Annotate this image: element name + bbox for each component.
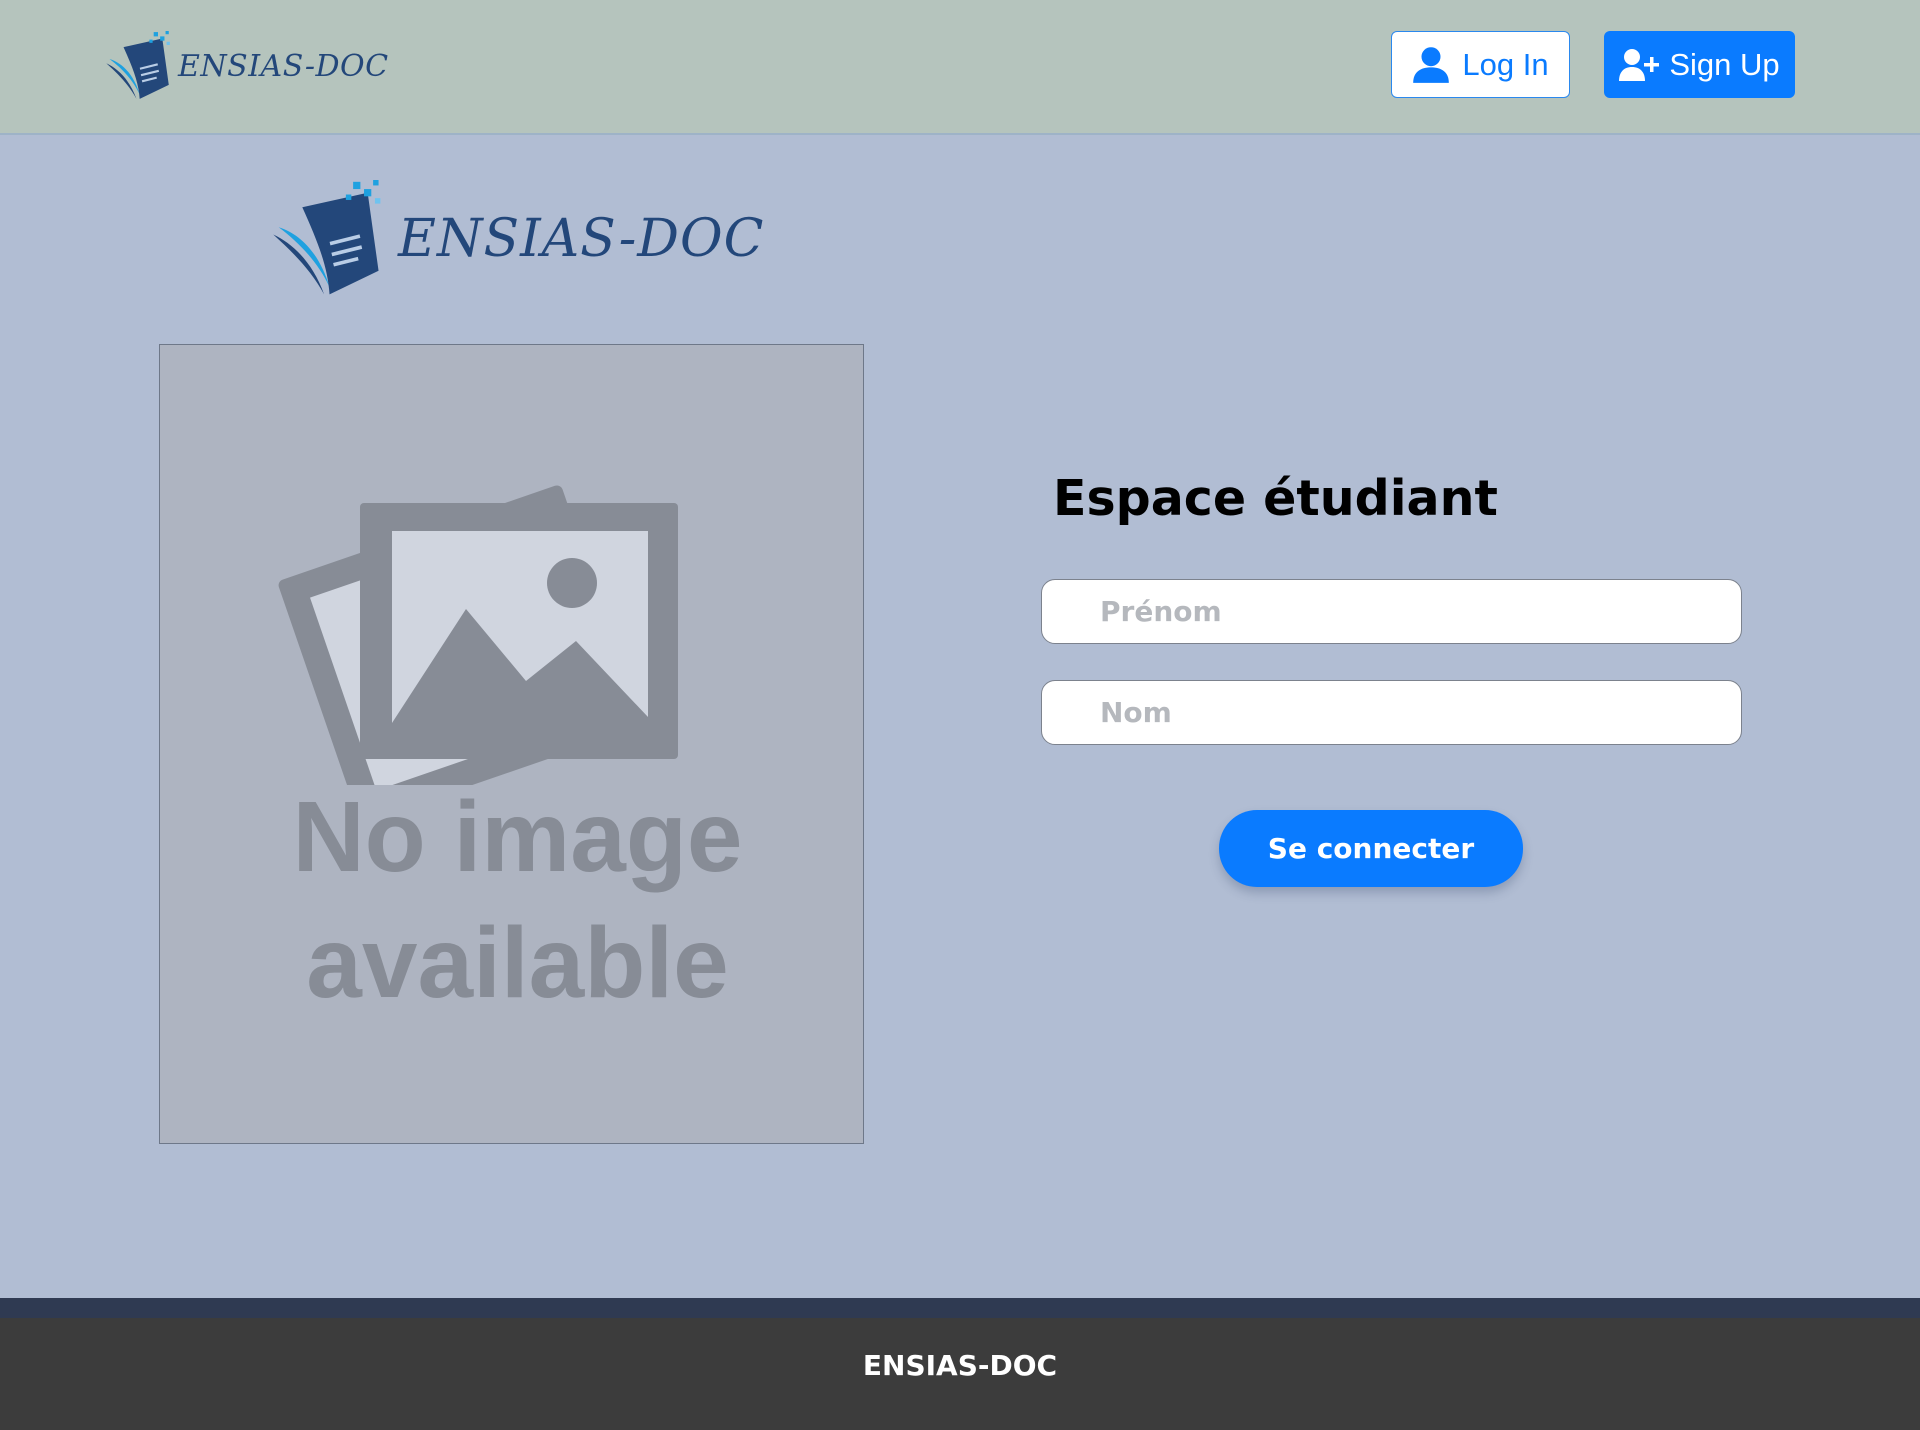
main-brand-name: ENSIAS-DOC — [398, 209, 765, 269]
first-name-input[interactable] — [1041, 579, 1742, 644]
footer-top-border — [0, 1298, 1920, 1318]
document-logo-icon — [273, 180, 381, 295]
main-brand: ENSIAS-DOC — [266, 172, 764, 306]
footer: ENSIAS-DOC — [0, 1318, 1920, 1430]
form-title: Espace étudiant — [1053, 470, 1498, 527]
login-submit-button[interactable]: Se connecter — [1219, 810, 1523, 887]
student-photo-placeholder: No image available — [159, 344, 864, 1144]
footer-brand: ENSIAS-DOC — [862, 1348, 1058, 1382]
user-icon — [1413, 46, 1450, 83]
login-label: Log In — [1462, 46, 1549, 82]
no-image-text-line2: available — [306, 907, 729, 1019]
image-placeholder-icon — [278, 485, 678, 785]
brand-name: ENSIAS-DOC — [178, 48, 389, 84]
login-button[interactable]: Log In — [1391, 31, 1570, 98]
last-name-input[interactable] — [1041, 680, 1742, 745]
top-navbar: ENSIAS-DOC Log In Sign Up — [0, 0, 1920, 135]
document-logo-icon — [106, 31, 170, 99]
user-plus-icon — [1619, 48, 1660, 81]
no-image-text-line1: No image — [292, 781, 743, 893]
signup-label: Sign Up — [1669, 46, 1780, 82]
signup-button[interactable]: Sign Up — [1604, 31, 1795, 98]
navbar-brand[interactable]: ENSIAS-DOC — [102, 26, 389, 106]
